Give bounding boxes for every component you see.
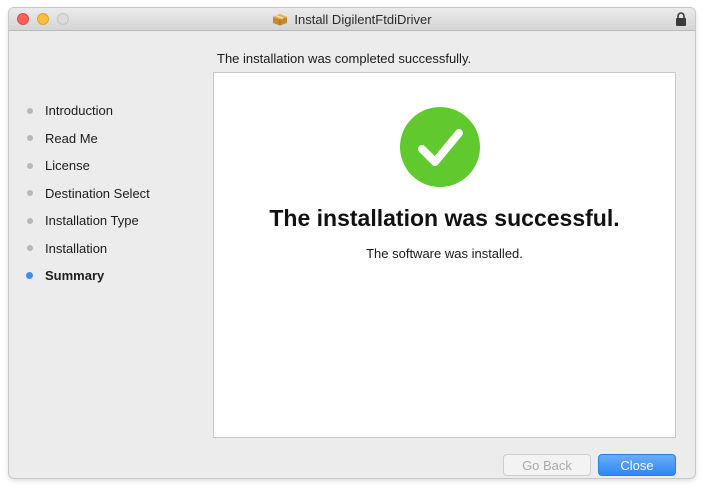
step-installation-type: Installation Type xyxy=(24,207,150,235)
window-title-group: Install DigilentFtdiDriver xyxy=(9,8,695,30)
step-dot-icon xyxy=(27,135,33,142)
step-label: Destination Select xyxy=(45,185,150,201)
step-label: Installation xyxy=(45,240,108,256)
step-introduction: Introduction xyxy=(24,97,150,125)
step-dot-icon xyxy=(27,190,33,197)
title-bar[interactable]: Install DigilentFtdiDriver xyxy=(9,8,695,31)
installer-steps-list: Introduction Read Me License Destination… xyxy=(24,97,150,290)
step-dot-icon xyxy=(27,162,33,169)
step-label: Read Me xyxy=(45,130,98,146)
status-message: The installation was completed successfu… xyxy=(217,51,472,66)
step-license: License xyxy=(24,152,150,180)
step-label: Installation Type xyxy=(45,213,139,229)
success-checkmark-icon xyxy=(400,107,480,187)
step-read-me: Read Me xyxy=(24,125,150,153)
success-headline: The installation was successful. xyxy=(269,205,620,231)
step-dot-icon xyxy=(27,217,33,224)
step-label: Summary xyxy=(45,268,105,284)
step-dot-icon xyxy=(27,245,33,252)
success-subline: The software was installed. xyxy=(366,246,523,261)
step-label: Introduction xyxy=(45,103,113,119)
step-summary: Summary xyxy=(24,262,150,290)
step-destination-select: Destination Select xyxy=(24,180,150,208)
content-panel: The installation was successful. The sof… xyxy=(213,72,676,438)
installer-window: Install DigilentFtdiDriver The installat… xyxy=(9,8,695,478)
active-step-dot-icon xyxy=(26,272,33,280)
window-title: Install DigilentFtdiDriver xyxy=(294,11,432,27)
step-label: License xyxy=(45,158,90,174)
package-icon xyxy=(273,14,288,26)
lock-icon xyxy=(676,12,686,26)
step-dot-icon xyxy=(27,107,33,114)
close-button[interactable]: Close xyxy=(598,454,676,476)
go-back-button[interactable]: Go Back xyxy=(503,454,591,476)
step-installation: Installation xyxy=(24,235,150,263)
